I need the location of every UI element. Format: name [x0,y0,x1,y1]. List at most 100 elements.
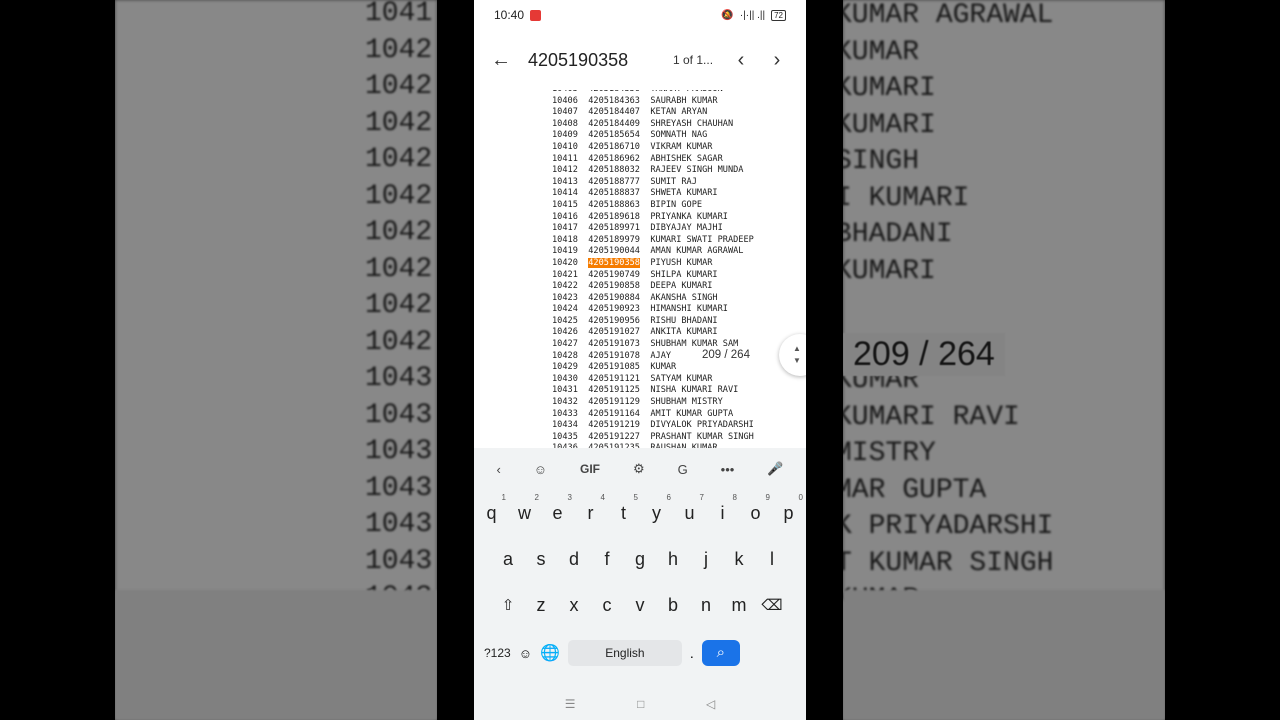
key-f[interactable]: f [591,549,624,570]
signal-icon: ·|·|| .|| [739,9,766,21]
pdf-page-content: 10405 4205184356 TANMAY PRASOON 10406 420… [552,90,754,448]
sticker-icon[interactable]: ☺ [534,462,547,477]
roll-number: 4205191027 [588,327,640,338]
result-row: 10408 4205184409 SHREYASH CHAUHAN [552,119,754,131]
key-o[interactable]: o9 [739,493,772,524]
recents-icon[interactable]: ☰ [565,697,576,711]
student-name: PIYUSH KUMAR [650,257,713,268]
key-a[interactable]: a [492,549,525,570]
student-name: AMIT KUMAR GUPTA [650,408,734,419]
scroll-up-icon: ▲ [793,344,801,353]
key-n[interactable]: n [690,595,723,616]
roll-serial: 10414 [552,188,578,199]
key-g[interactable]: g [624,549,657,570]
key-z[interactable]: z [525,595,558,616]
key-w[interactable]: w2 [508,493,541,524]
key-v[interactable]: v [624,595,657,616]
roll-serial: 10432 [552,397,578,408]
match-count: 1 of 1... [673,53,714,67]
roll-number: 4205189618 [588,211,640,222]
student-name: AJAY [650,350,672,361]
key-e[interactable]: e3 [541,493,574,524]
language-globe-icon[interactable]: 🌐 [540,643,560,663]
symbols-key[interactable]: ?123 [484,646,511,660]
scroll-down-icon: ▼ [793,356,801,365]
search-query-field[interactable]: 4205190358 [528,50,673,71]
key-s[interactable]: s [525,549,558,570]
translate-icon[interactable]: G [678,462,688,477]
system-navigation-bar: ☰ □ ◁ [474,688,806,720]
key-j[interactable]: j [690,549,723,570]
key-q[interactable]: q1 [475,493,508,524]
status-icons: 🔕 ·|·|| .|| 72 [721,9,786,21]
back-triangle-icon[interactable]: ◁ [706,697,715,711]
result-row: 10418 4205189979 KUMARI SWATI PRADEEP [552,235,754,247]
key-m[interactable]: m [723,595,756,616]
background-right-panel: KUMAR AGRAWAL KUMAR KUMARI KUMARI SINGH … [843,0,1165,720]
more-options-icon[interactable]: ••• [721,462,735,477]
previous-match-icon[interactable]: ‹ [723,49,759,72]
roll-serial: 10428 [552,350,578,361]
roll-serial: 10424 [552,304,578,315]
key-l[interactable]: l [756,549,789,570]
result-row: 10409 4205185654 SOMNATH NAG [552,130,754,142]
student-name: AMAN KUMAR AGRAWAL [650,246,744,257]
find-toolbar: ← 4205190358 1 of 1... ‹ › [474,30,806,90]
student-name: ABHISHEK SAGAR [650,153,723,164]
roll-serial: 10407 [552,107,578,118]
roll-serial: 10415 [552,199,578,210]
keyboard: ‹ ☺ GIF ⚙ G ••• 🎤 q1w2e3r4t5y6u7i8o9p0 a… [474,448,806,688]
backspace-key-icon[interactable]: ⌫ [756,596,789,614]
roll-number: 4205189979 [588,234,640,245]
fast-scroll-handle[interactable]: ▲ ▼ [779,334,806,376]
roll-number: 4205191164 [588,408,640,419]
period-key[interactable]: . [690,645,694,661]
student-name: SHILPA KUMARI [650,269,718,280]
roll-serial: 10406 [552,95,578,106]
microphone-icon[interactable]: 🎤 [767,461,783,477]
student-name: SHREYASH CHAUHAN [650,118,734,129]
key-p[interactable]: p0 [772,493,805,524]
next-match-icon[interactable]: › [759,49,795,72]
result-row: 10416 4205189618 PRIYANKA KUMARI [552,212,754,224]
roll-number: 4205191227 [588,431,640,442]
key-r[interactable]: r4 [574,493,607,524]
student-name: KUMARI SWATI PRADEEP [650,234,754,245]
space-bar[interactable]: English [567,640,682,666]
settings-gear-icon[interactable]: ⚙ [633,461,645,477]
roll-number: 4205188863 [588,199,640,210]
collapse-chevron-icon[interactable]: ‹ [496,462,500,477]
key-b[interactable]: b [657,595,690,616]
result-row: 10412 4205188032 RAJEEV SINGH MUNDA [552,165,754,177]
key-t[interactable]: t5 [607,493,640,524]
result-row: 10424 4205190923 HIMANSHI KUMARI [552,304,754,316]
search-key-icon[interactable]: ⌕ [701,640,740,666]
student-name: RAJEEV SINGH MUNDA [650,165,744,176]
keyboard-row-2: asdfghjkl [474,536,806,582]
key-h[interactable]: h [657,549,690,570]
result-row: 10413 4205188777 SUMIT RAJ [552,177,754,189]
key-y[interactable]: y6 [640,493,673,524]
key-u[interactable]: u7 [673,493,706,524]
student-name: SAURABH KUMAR [650,95,718,106]
key-i[interactable]: i8 [706,493,739,524]
roll-serial: 10416 [552,211,578,222]
roll-number: 4205188777 [588,176,640,187]
result-row: 10411 4205186962 ABHISHEK SAGAR [552,154,754,166]
shift-key-icon[interactable]: ⇧ [492,596,525,614]
emoji-key-icon[interactable]: ☺ [519,646,532,661]
home-icon[interactable]: □ [637,697,644,711]
key-c[interactable]: c [591,595,624,616]
key-k[interactable]: k [723,549,756,570]
student-name: RISHU BHADANI [650,315,718,326]
gif-button[interactable]: GIF [580,462,600,476]
student-name: KETAN ARYAN [650,107,708,118]
pdf-viewer[interactable]: 10405 4205184356 TANMAY PRASOON 10406 420… [474,90,806,448]
back-arrow-icon[interactable]: ← [474,49,528,72]
student-name: SATYAM KUMAR [650,373,713,384]
result-row: 10419 4205190044 AMAN KUMAR AGRAWAL [552,246,754,258]
roll-number: 4205184363 [588,95,640,106]
key-x[interactable]: x [558,595,591,616]
roll-serial: 10422 [552,281,578,292]
key-d[interactable]: d [558,549,591,570]
